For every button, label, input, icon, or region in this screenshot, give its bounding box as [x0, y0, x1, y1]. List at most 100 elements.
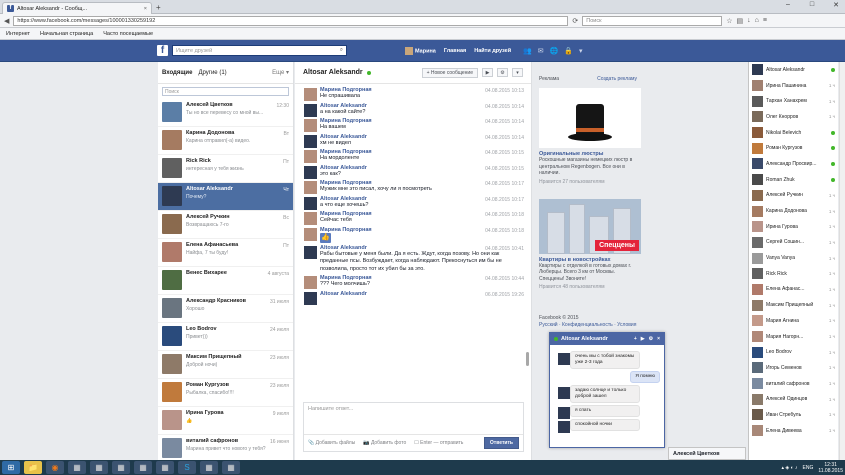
enter-to-send-checkbox[interactable]: ☐ Enter — отправить — [414, 440, 463, 446]
tab-inbox[interactable]: Входящие — [162, 70, 192, 76]
close-icon[interactable]: × — [657, 336, 660, 342]
add-photo-button[interactable]: 📷 Добавить фото — [363, 440, 406, 446]
chat-contact[interactable]: виталий сафронов 1 ч — [749, 376, 838, 392]
chat-contact[interactable]: Тархан Ханахрем 1 ч — [749, 93, 838, 109]
skype-icon[interactable]: S — [178, 461, 196, 474]
chat-contact[interactable]: Сергей Сошин... 1 ч — [749, 235, 838, 251]
chat-contact[interactable]: Мария Агнина 1 ч — [749, 313, 838, 329]
gear-icon[interactable]: ⚙ — [649, 336, 653, 342]
chat-contact[interactable]: Алексей Ручкин 1 ч — [749, 188, 838, 204]
reload-icon[interactable]: ⟳ — [572, 17, 578, 25]
conversation-item[interactable]: Максим Прищепный Доброй ночи) 23 июля — [158, 351, 293, 379]
search-icon[interactable]: ⌕ — [340, 47, 343, 54]
conversation-item[interactable]: виталий сафронов Марина привет что нового… — [158, 435, 293, 463]
chat-contact[interactable]: Roman Zhuk — [749, 172, 838, 188]
page-scrollbar[interactable] — [839, 62, 845, 460]
bookmarks-icon[interactable]: ▤ — [737, 17, 744, 25]
chat-contact[interactable]: Ирина Гурова 1 ч — [749, 219, 838, 235]
facebook-logo[interactable]: f — [157, 45, 168, 56]
bookmark-internet[interactable]: Интернет — [6, 31, 30, 37]
chat-popup-header[interactable]: Altosar Aleksandr + ▶ ⚙ × — [550, 333, 664, 345]
new-tab-icon[interactable]: + — [156, 3, 161, 12]
ad-apartments-image[interactable]: Спеццены — [539, 198, 641, 254]
home-icon[interactable]: ⌂ — [755, 17, 759, 24]
bookmark-frequent[interactable]: Часто посещаемые — [103, 31, 153, 37]
actions-icon[interactable]: ▾ — [512, 68, 523, 77]
app-icon[interactable]: ▦ — [112, 461, 130, 474]
nav-profile[interactable]: Марина — [405, 47, 436, 55]
browser-search-field[interactable]: Поиск — [582, 15, 723, 26]
browser-tab[interactable]: f Altosar Aleksandr - Сообщ... × — [2, 2, 152, 14]
messages-icon[interactable]: ✉ — [538, 47, 544, 55]
conversation-item[interactable]: Роман Кургузов Рыбалка, спасибо!!!! 23 июл… — [158, 379, 293, 407]
maximize-icon[interactable]: □ — [805, 1, 819, 9]
reply-input[interactable]: Напишите ответ... — [304, 403, 523, 435]
menu-icon[interactable]: ≡ — [763, 17, 767, 24]
close-tab-icon[interactable]: × — [144, 6, 147, 12]
chat-contact[interactable]: Rick Rick 1 ч — [749, 266, 838, 282]
url-field[interactable]: https://www.facebook.com/messages/100001… — [13, 15, 569, 26]
conversation-item[interactable]: Алексей Ручкин Возвращаюсь 7-го Вс — [158, 211, 293, 239]
explorer-icon[interactable]: 📁 — [24, 461, 42, 474]
gear-icon[interactable]: ⚙ — [497, 68, 508, 77]
chat-contact[interactable]: Leo Bodrov 1 ч — [749, 344, 838, 360]
add-files-button[interactable]: 📎 Добавить файлы — [308, 440, 355, 446]
conversation-item[interactable]: Altosar Aleksandr Почему? Чт — [158, 183, 293, 211]
more-dropdown[interactable]: Еще ▾ — [272, 69, 289, 76]
tab-other[interactable]: Другие (1) — [198, 70, 226, 76]
app-icon[interactable]: ▦ — [200, 461, 218, 474]
chat-contact[interactable]: Altosar Aleksandr — [749, 62, 838, 78]
clock[interactable]: 12:31 11.08.2015 — [818, 462, 843, 474]
chat-contact[interactable]: Иван Стребуль 1 ч — [749, 407, 838, 423]
settings-chevron-icon[interactable]: ▾ — [579, 47, 583, 55]
conversation-item[interactable]: Карина Додонова Карина отправил(-а) видео… — [158, 127, 293, 155]
create-ad-link[interactable]: Создать рекламу — [597, 76, 637, 82]
language-indicator[interactable]: ENG — [803, 465, 814, 471]
new-message-button[interactable]: + Новое сообщение — [421, 67, 478, 78]
chat-contact[interactable]: Ирина Пашинина 1 ч — [749, 78, 838, 94]
thread-scrollbar[interactable] — [526, 352, 529, 366]
firefox-icon[interactable]: ◉ — [46, 461, 64, 474]
conversation-item[interactable]: Leo Bodrov Привет))) 24 июля — [158, 323, 293, 351]
chat-contact[interactable]: Александр Просвир... — [749, 156, 838, 172]
conversation-item[interactable]: Венес Вихарее 4 августа — [158, 267, 293, 295]
ad-chandelier-image[interactable] — [539, 88, 641, 148]
tray-icons[interactable]: ▴ ◈ ◐ ♪ — [781, 465, 797, 471]
conversation-item[interactable]: Алексей Цветков Ты но все перевесу со мно… — [158, 99, 293, 127]
chat-contact[interactable]: Елена Афанас... 1 ч — [749, 282, 838, 298]
nav-find-friends[interactable]: Найти друзей — [474, 48, 511, 54]
chat-contact[interactable]: Максим Прищепный 1 ч — [749, 297, 838, 313]
back-icon[interactable]: ◀ — [4, 17, 9, 25]
download-icon[interactable]: ↓ — [747, 17, 751, 24]
lock-icon[interactable]: 🔒 — [564, 47, 573, 55]
conversation-item[interactable]: Ирина Гурова 👍 9 июля — [158, 407, 293, 435]
minimized-chat-tab[interactable]: Алексей Цветков — [668, 447, 746, 460]
bookmark-home-page[interactable]: Начальная страница — [40, 31, 93, 37]
conversation-item[interactable]: Александр Красников Хорошо 31 июля — [158, 295, 293, 323]
start-icon[interactable]: ⊞ — [2, 461, 20, 474]
chat-contact[interactable]: Алексей Одинцов 1 ч — [749, 391, 838, 407]
chat-contact[interactable]: Олег Кнорров 1 ч — [749, 109, 838, 125]
conversation-item[interactable]: Елена Афанасьева Найфа, 7 ты буду! Пт — [158, 239, 293, 267]
inbox-search-input[interactable]: Поиск — [162, 87, 289, 96]
chat-contact[interactable]: Роман Кургузов — [749, 140, 838, 156]
star-icon[interactable]: ☆ — [726, 17, 732, 25]
conversation-item[interactable]: Rick Rick интересная у тебя жизнь Пт — [158, 155, 293, 183]
close-window-icon[interactable]: ✕ — [829, 1, 843, 9]
chat-contact[interactable]: Игорь Семенов 1 ч — [749, 360, 838, 376]
minimize-icon[interactable]: – — [781, 1, 795, 9]
app-icon[interactable]: ▦ — [68, 461, 86, 474]
nav-home[interactable]: Главная — [444, 48, 466, 54]
chat-contact[interactable]: Мария Нагорн... 1 ч — [749, 329, 838, 345]
app-icon[interactable]: ▦ — [134, 461, 152, 474]
footer-links[interactable]: Русский · Конфиденциальность · Условия — [539, 322, 643, 329]
chat-contact[interactable]: Елена Дивеева 1 ч — [749, 423, 838, 439]
app-icon[interactable]: ▦ — [156, 461, 174, 474]
app-icon[interactable]: ▦ — [90, 461, 108, 474]
video-call-icon[interactable]: ▶ — [482, 68, 493, 77]
app-icon[interactable]: ▦ — [222, 461, 240, 474]
add-friend-icon[interactable]: + — [634, 336, 637, 342]
video-icon[interactable]: ▶ — [641, 336, 645, 342]
facebook-search-input[interactable]: Ищите друзей ⌕ — [172, 45, 347, 56]
chat-contact[interactable]: Карина Додонова 1 ч — [749, 203, 838, 219]
